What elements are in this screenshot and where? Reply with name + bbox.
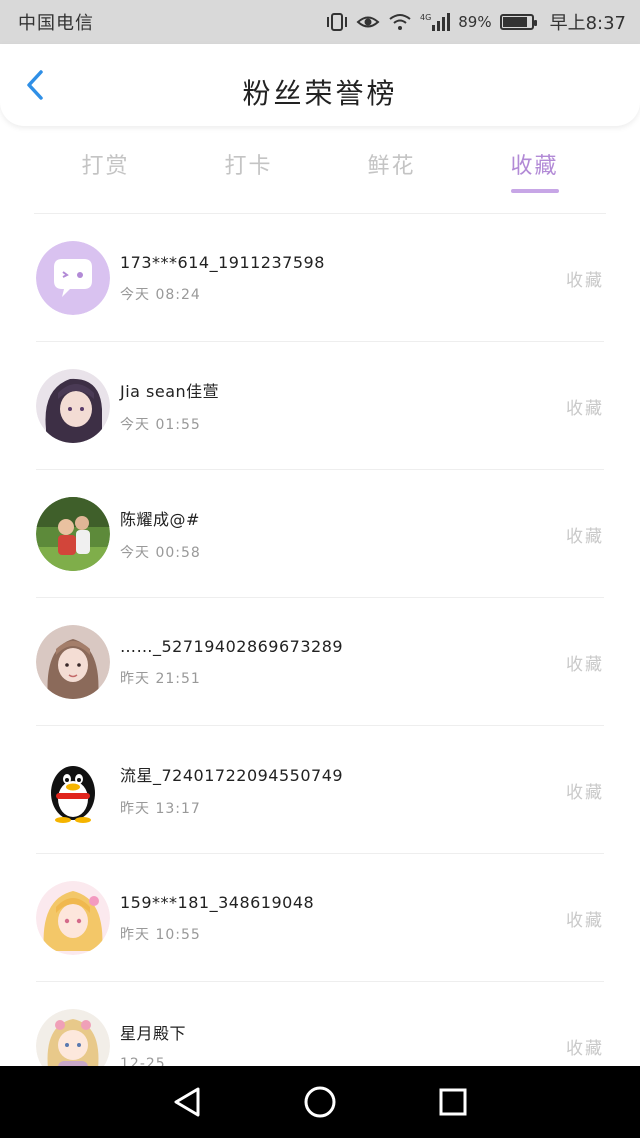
clock: 早上8:37 xyxy=(549,13,626,34)
action-label: 收藏 xyxy=(566,782,604,803)
fan-name: 173***614_1911237598 xyxy=(120,252,325,272)
list-item[interactable]: ……_52719402869673289 昨天 21:51 收藏 xyxy=(0,598,640,726)
fan-time: 今天 01:55 xyxy=(120,417,201,433)
fan-name: Jia sean佳萱 xyxy=(120,382,220,401)
list-item[interactable]: 159***181_348619048 昨天 10:55 收藏 xyxy=(0,854,640,982)
list-item[interactable]: 流星_72401722094550749 昨天 13:17 收藏 xyxy=(0,726,640,854)
tab-favorites[interactable]: 收藏 xyxy=(463,140,606,213)
anime-girl-avatar xyxy=(36,369,110,443)
fan-time: 昨天 10:55 xyxy=(120,926,201,943)
eye-icon xyxy=(356,13,380,31)
tab-label: 收藏 xyxy=(510,154,559,179)
wifi-icon xyxy=(388,13,412,31)
page-title: 粉丝荣誉榜 xyxy=(242,77,398,110)
status-icons: 4G 89% 早上8:37 xyxy=(326,9,626,35)
fan-time: 昨天 21:51 xyxy=(120,670,201,687)
status-bar: 中国电信 4G 89% 早上8:37 xyxy=(0,0,640,44)
fan-time: 今天 00:58 xyxy=(120,545,201,561)
penguin-avatar xyxy=(36,753,110,827)
tab-label: 打赏 xyxy=(81,154,130,179)
signal-icon: 4G xyxy=(420,12,451,32)
fan-time: 今天 08:24 xyxy=(120,286,201,303)
fan-name: 159***181_348619048 xyxy=(120,892,315,912)
fan-list: 173***614_1911237598 今天 08:24 收藏 Jia sea… xyxy=(0,214,640,1110)
action-label: 收藏 xyxy=(566,526,604,547)
photo-avatar xyxy=(36,497,110,571)
active-tab-indicator xyxy=(511,189,559,193)
chat-bubble-avatar xyxy=(36,241,110,315)
tab-label: 打卡 xyxy=(224,154,273,179)
navigation-bar xyxy=(0,1066,640,1138)
svg-text:4G: 4G xyxy=(420,13,431,22)
action-label: 收藏 xyxy=(566,654,604,675)
circle-home-icon xyxy=(304,1086,336,1118)
blonde-anime-avatar xyxy=(36,881,110,955)
fan-name: ……_52719402869673289 xyxy=(120,636,344,656)
header: 粉丝荣誉榜 xyxy=(0,44,640,126)
battery-icon xyxy=(499,14,537,30)
tab-flowers[interactable]: 鲜花 xyxy=(320,140,463,213)
triangle-back-icon xyxy=(174,1087,200,1117)
fan-name: 星月殿下 xyxy=(120,1024,187,1043)
fan-name: 陈耀成@# xyxy=(120,510,200,529)
action-label: 收藏 xyxy=(566,1038,604,1059)
battery-percent: 89% xyxy=(458,13,492,31)
nav-home-button[interactable] xyxy=(300,1082,340,1122)
fan-name: 流星_72401722094550749 xyxy=(120,766,344,785)
vibrate-icon xyxy=(326,12,348,32)
fan-time: 昨天 13:17 xyxy=(120,801,201,817)
tab-checkin[interactable]: 打卡 xyxy=(177,140,320,213)
list-item[interactable]: Jia sean佳萱 今天 01:55 收藏 xyxy=(0,342,640,470)
list-item[interactable]: 173***614_1911237598 今天 08:24 收藏 xyxy=(0,214,640,342)
nav-back-button[interactable] xyxy=(167,1082,207,1122)
tab-reward[interactable]: 打赏 xyxy=(34,140,177,213)
tab-bar: 打赏 打卡 鲜花 收藏 xyxy=(34,140,606,214)
girl-photo-avatar xyxy=(36,625,110,699)
list-item[interactable]: 陈耀成@# 今天 00:58 收藏 xyxy=(0,470,640,598)
carrier-label: 中国电信 xyxy=(18,13,94,34)
action-label: 收藏 xyxy=(566,910,604,931)
tab-label: 鲜花 xyxy=(367,154,416,179)
action-label: 收藏 xyxy=(566,398,604,419)
action-label: 收藏 xyxy=(566,270,604,291)
nav-recents-button[interactable] xyxy=(433,1082,473,1122)
square-recents-icon xyxy=(439,1088,467,1116)
